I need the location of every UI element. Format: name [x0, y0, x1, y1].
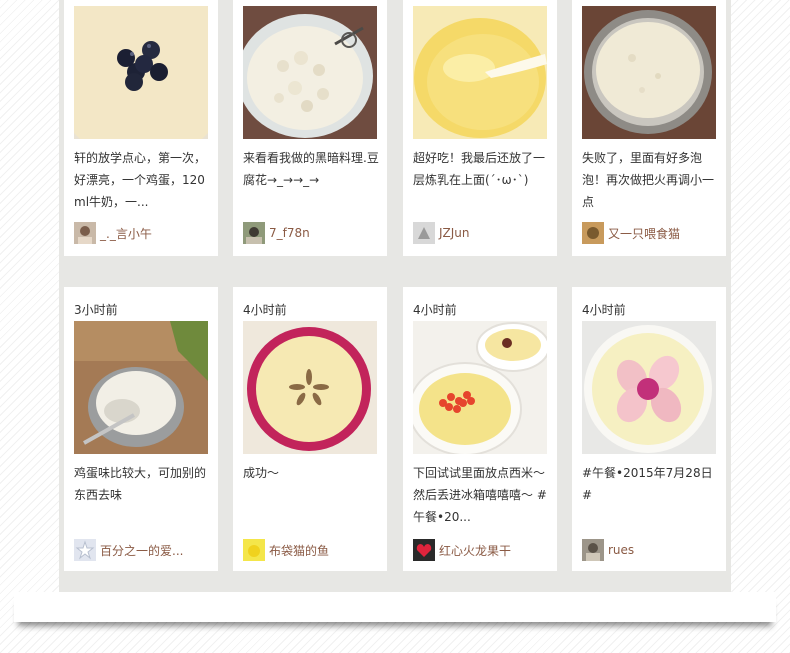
card-description: 鸡蛋味比较大，可加别的东西去味	[74, 466, 207, 502]
dish-photo[interactable]	[582, 321, 716, 454]
card-user[interactable]: 又一只喂食猫	[582, 222, 680, 244]
panel-bottom-edge	[14, 592, 776, 622]
card-user[interactable]: rues	[582, 539, 634, 561]
recipe-card[interactable]: 轩的放学点心，第一次，好漂亮，一个鸡蛋，120ml牛奶，一... _._言小午	[64, 0, 218, 256]
username[interactable]: rues	[608, 543, 634, 557]
user-avatar[interactable]	[413, 222, 435, 244]
card-description: 成功～	[243, 466, 280, 480]
username[interactable]: JZJun	[439, 226, 470, 240]
username[interactable]: 7_f78n	[269, 226, 310, 240]
card-user[interactable]: 百分之一的爱...	[74, 539, 183, 561]
recipe-card[interactable]: 来看看我做的黑暗料理.豆腐花→_→→_→ 7_f78n	[233, 0, 387, 256]
user-avatar[interactable]	[582, 222, 604, 244]
post-time: 3小时前	[74, 303, 118, 317]
dish-photo[interactable]	[582, 6, 716, 139]
card-description: 超好吃！我最后还放了一层炼乳在上面(´･ω･`)	[413, 151, 546, 187]
dish-photo[interactable]	[413, 321, 547, 454]
recipe-card[interactable]: 4小时前 成功～ 布袋猫的鱼	[233, 287, 387, 571]
card-user[interactable]: 布袋猫的鱼	[243, 539, 329, 561]
dish-photo[interactable]	[243, 6, 377, 139]
username[interactable]: 布袋猫的鱼	[269, 542, 329, 559]
dish-photo[interactable]	[413, 6, 547, 139]
recipe-card[interactable]: 4小时前 下回试试里面放点西米～然后丢进冰箱嘻嘻嘻～ #午餐•20... 红心火…	[403, 287, 557, 571]
user-avatar[interactable]	[413, 539, 435, 561]
recipe-card[interactable]: 4小时前 #午餐•2015年7月28日# rues	[572, 287, 726, 571]
recipe-card[interactable]: 3小时前 鸡蛋味比较大，可加别的东西去味 百分之一的爱...	[64, 287, 218, 571]
card-user[interactable]: 7_f78n	[243, 222, 310, 244]
user-avatar[interactable]	[74, 222, 96, 244]
dish-photo[interactable]	[243, 321, 377, 454]
dish-photo[interactable]	[74, 321, 208, 454]
card-description: 轩的放学点心，第一次，好漂亮，一个鸡蛋，120ml牛奶，一...	[74, 151, 207, 209]
card-description: 下回试试里面放点西米～然后丢进冰箱嘻嘻嘻～ #午餐•20...	[413, 466, 547, 524]
card-description: 失败了，里面有好多泡泡！再次做把火再调小一点	[582, 151, 715, 209]
recipe-card[interactable]: 超好吃！我最后还放了一层炼乳在上面(´･ω･`) JZJun	[403, 0, 557, 256]
user-avatar[interactable]	[243, 539, 265, 561]
user-avatar[interactable]	[582, 539, 604, 561]
post-time: 4小时前	[582, 303, 626, 317]
post-time: 4小时前	[413, 303, 457, 317]
username[interactable]: 红心火龙果干	[439, 542, 511, 559]
recipe-card[interactable]: 失败了，里面有好多泡泡！再次做把火再调小一点 又一只喂食猫	[572, 0, 726, 256]
username[interactable]: 又一只喂食猫	[608, 225, 680, 242]
dish-photo[interactable]	[74, 6, 208, 139]
post-time: 4小时前	[243, 303, 287, 317]
card-description: 来看看我做的黑暗料理.豆腐花→_→→_→	[243, 151, 379, 187]
card-user[interactable]: _._言小午	[74, 222, 152, 244]
card-user[interactable]: 红心火龙果干	[413, 539, 511, 561]
user-avatar[interactable]	[74, 539, 96, 561]
card-description: #午餐•2015年7月28日#	[582, 466, 713, 502]
user-avatar[interactable]	[243, 222, 265, 244]
card-user[interactable]: JZJun	[413, 222, 470, 244]
username[interactable]: _._言小午	[100, 225, 152, 242]
username[interactable]: 百分之一的爱...	[100, 542, 183, 559]
